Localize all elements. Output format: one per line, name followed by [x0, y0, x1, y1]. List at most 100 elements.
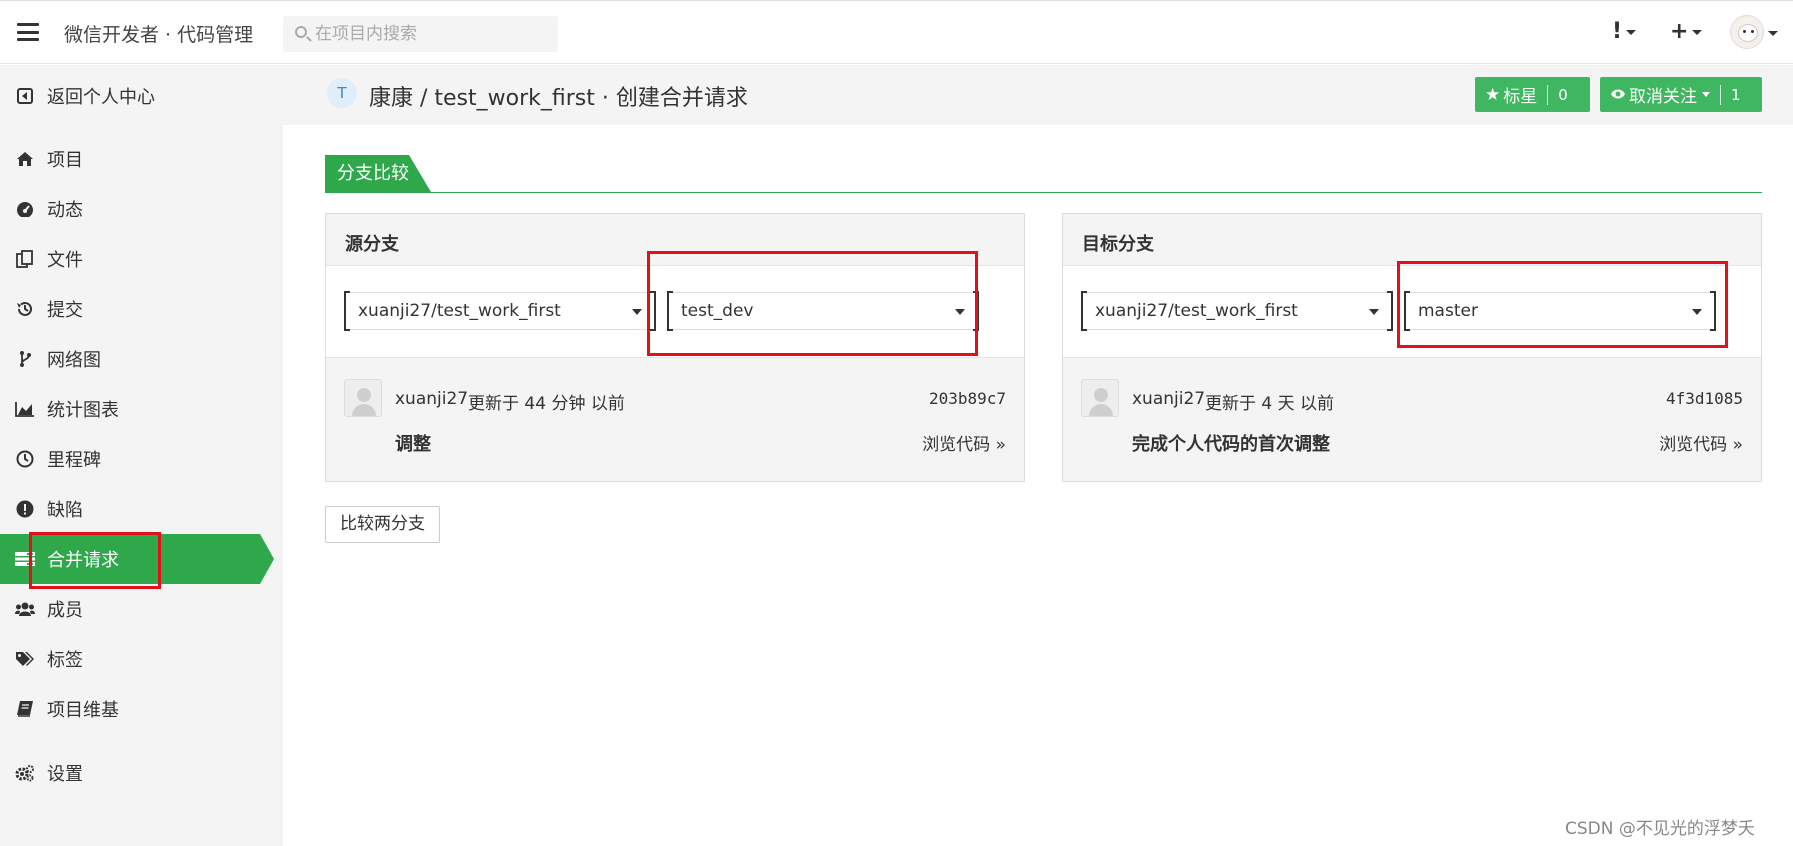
sidebar-item-label: 文件 — [47, 250, 83, 271]
sidebar-item-commits[interactable]: 提交 — [0, 284, 283, 334]
sidebar-item-label: 里程碑 — [47, 450, 101, 471]
commit-time: 更新于 4 天 以前 — [1205, 394, 1335, 414]
commit-author[interactable]: xuanji27 — [395, 389, 468, 409]
plus-icon: + — [1670, 19, 1689, 44]
project-header: T 康康 / test_work_first · 创建合并请求 ★ 标星 0 取… — [283, 65, 1793, 125]
bracket-left — [344, 291, 350, 331]
menu-icon[interactable] — [17, 23, 39, 41]
watch-count: 1 — [1731, 85, 1741, 104]
commit-hash[interactable]: 4f3d1085 — [1666, 389, 1743, 408]
sidebar-item-label: 提交 — [47, 300, 83, 321]
divider — [1720, 84, 1721, 105]
area-chart-icon — [15, 399, 35, 419]
avatar — [1081, 379, 1119, 417]
book-icon — [15, 699, 35, 719]
sidebar-item-label: 成员 — [47, 600, 83, 621]
sidebar-item-label: 设置 — [47, 764, 83, 785]
commit-info: xuanji27 更新于 44 分钟 以前 203b89c7 调整 浏览代码 » — [326, 359, 1024, 481]
watch-button[interactable]: 取消关注 1 — [1600, 77, 1762, 112]
app-title: 微信开发者 · 代码管理 — [64, 24, 254, 46]
commit-info: xuanji27 更新于 4 天 以前 4f3d1085 完成个人代码的首次调整… — [1063, 359, 1761, 481]
sidebar-item-milestones[interactable]: 里程碑 — [0, 434, 283, 484]
home-icon — [15, 149, 35, 169]
annotation-box-merge-requests — [29, 532, 161, 589]
star-count: 0 — [1558, 85, 1568, 104]
sidebar-item-label: 返回个人中心 — [47, 87, 155, 108]
bracket-left — [1081, 291, 1087, 331]
clock-icon — [15, 449, 35, 469]
sidebar-item-members[interactable]: 成员 — [0, 584, 283, 634]
chevron-down-icon — [632, 309, 642, 315]
sidebar-item-tags[interactable]: 标签 — [0, 634, 283, 684]
sidebar-item-project[interactable]: 项目 — [0, 134, 283, 184]
panel-title: 源分支 — [345, 234, 399, 255]
sidebar-item-issues[interactable]: 缺陷 — [0, 484, 283, 534]
sidebar-item-label: 标签 — [47, 650, 83, 671]
select-value: xuanji27/test_work_first — [358, 301, 561, 321]
chevron-down-icon — [1702, 92, 1710, 97]
commit-message: 调整 — [395, 434, 431, 455]
sidebar-item-label: 统计图表 — [47, 400, 119, 421]
sidebar: 返回个人中心 项目 动态 文件 提交 网络图 统计图表 里程碑 缺陷 合并请求 … — [0, 65, 283, 846]
source-repo-select[interactable]: xuanji27/test_work_first — [344, 291, 656, 331]
sidebar-item-label: 缺陷 — [47, 500, 83, 521]
star-icon: ★ — [1485, 84, 1501, 105]
panel-header: 目标分支 — [1063, 214, 1761, 266]
chevron-down-icon — [1692, 29, 1703, 35]
top-navbar: 微信开发者 · 代码管理 ! + — [0, 0, 1793, 64]
sidebar-item-network[interactable]: 网络图 — [0, 334, 283, 384]
sidebar-item-charts[interactable]: 统计图表 — [0, 384, 283, 434]
star-label: 标星 — [1503, 87, 1538, 107]
page-title: 康康 / test_work_first · 创建合并请求 — [369, 86, 748, 111]
compare-branches-button[interactable]: 比较两分支 — [325, 506, 440, 543]
chevron-down-icon — [1369, 309, 1379, 315]
sidebar-item-settings[interactable]: 设置 — [0, 748, 283, 798]
sidebar-item-activity[interactable]: 动态 — [0, 184, 283, 234]
divider — [325, 192, 1762, 193]
tags-icon — [15, 649, 35, 669]
chevron-down-icon[interactable] — [1768, 31, 1778, 36]
browse-code-link[interactable]: 浏览代码 » — [1659, 430, 1743, 455]
search-input[interactable] — [315, 16, 550, 52]
gear-icon — [15, 763, 35, 783]
files-icon — [15, 249, 35, 269]
exclamation-icon — [15, 499, 35, 519]
alert-icon: ! — [1612, 19, 1623, 44]
watch-label: 取消关注 — [1629, 87, 1697, 107]
sidebar-item-wiki[interactable]: 项目维基 — [0, 684, 283, 734]
target-repo-select[interactable]: xuanji27/test_work_first — [1081, 291, 1393, 331]
bracket-right — [1387, 291, 1393, 331]
avatar — [344, 379, 382, 417]
commit-message: 完成个人代码的首次调整 — [1132, 434, 1330, 455]
branch-icon — [15, 349, 35, 369]
sidebar-item-label: 动态 — [47, 200, 83, 221]
select-value: xuanji27/test_work_first — [1095, 301, 1298, 321]
watermark: CSDN @不见光的浮梦夭 — [1565, 819, 1755, 839]
user-avatar[interactable] — [1730, 15, 1764, 49]
commit-time: 更新于 44 分钟 以前 — [468, 394, 625, 414]
annotation-box-source-branch — [647, 251, 978, 356]
star-button[interactable]: ★ 标星 0 — [1475, 77, 1590, 112]
create-dropdown[interactable]: + — [1670, 19, 1703, 44]
panel-title: 目标分支 — [1082, 234, 1154, 255]
history-icon — [15, 299, 35, 319]
chevron-down-icon — [1626, 29, 1637, 35]
search-box[interactable] — [283, 16, 558, 52]
dashboard-icon — [15, 199, 35, 219]
commit-hash[interactable]: 203b89c7 — [929, 389, 1006, 408]
tab-branch-compare[interactable]: 分支比较 — [325, 155, 431, 192]
alerts-dropdown[interactable]: ! — [1612, 19, 1637, 44]
search-icon — [295, 26, 307, 38]
sidebar-item-back[interactable]: 返回个人中心 — [0, 71, 283, 121]
sidebar-item-files[interactable]: 文件 — [0, 234, 283, 284]
eye-icon — [1600, 85, 1626, 105]
users-icon — [15, 599, 35, 619]
sidebar-item-label: 项目维基 — [47, 700, 119, 721]
sidebar-item-label: 项目 — [47, 150, 83, 171]
sidebar-item-label: 网络图 — [47, 350, 101, 371]
divider — [1547, 84, 1549, 105]
project-badge: T — [327, 78, 357, 108]
commit-author[interactable]: xuanji27 — [1132, 389, 1205, 409]
browse-code-link[interactable]: 浏览代码 » — [922, 430, 1006, 455]
back-arrow-icon — [15, 86, 35, 106]
